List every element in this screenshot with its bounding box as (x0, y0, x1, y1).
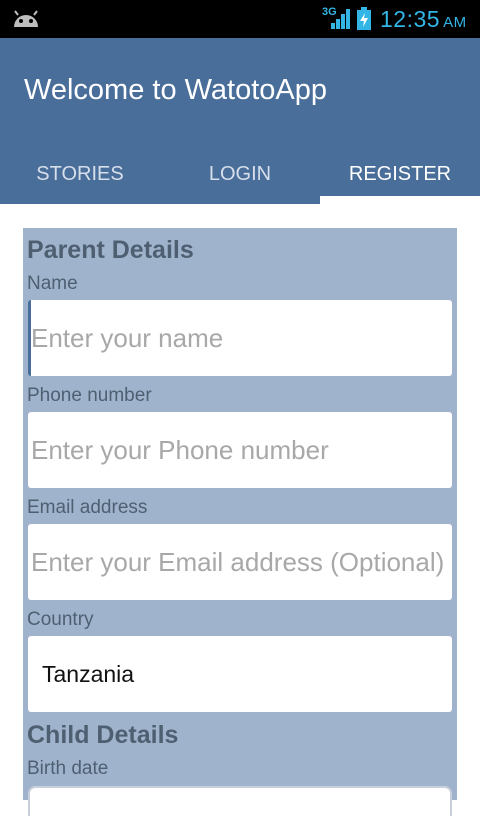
action-bar: Welcome to WatotoApp (0, 38, 480, 144)
child-details-heading: Child Details (27, 721, 179, 749)
tab-login[interactable]: LOGIN (160, 144, 320, 204)
status-bar: 3G 12:35 AM (0, 0, 480, 38)
email-label: Email address (27, 497, 148, 518)
registration-form: Parent Details Name Phone number Email a… (23, 228, 457, 816)
app-title: Welcome to WatotoApp (24, 74, 328, 106)
country-label: Country (27, 609, 94, 630)
name-input[interactable] (28, 300, 452, 376)
birth-date-picker[interactable] (28, 786, 452, 816)
phone-input[interactable] (28, 412, 452, 488)
android-notification-icon (14, 10, 38, 27)
name-label: Name (27, 273, 78, 294)
birth-date-label: Birth date (27, 758, 109, 779)
tab-bar: STORIES LOGIN REGISTER (0, 144, 480, 204)
battery-charging-icon (357, 7, 371, 30)
selected-tab-indicator (320, 196, 480, 204)
clock-time: 12:35 (380, 6, 441, 32)
signal-icon (331, 9, 350, 29)
country-select[interactable]: Tanzania (28, 636, 452, 712)
parent-details-heading: Parent Details (27, 236, 194, 264)
email-input[interactable] (28, 524, 452, 600)
tab-stories[interactable]: STORIES (0, 144, 160, 204)
tab-register[interactable]: REGISTER (320, 144, 480, 204)
clock: 12:35 AM (380, 6, 467, 33)
phone-label: Phone number (27, 385, 152, 406)
country-selected-value: Tanzania (42, 660, 135, 687)
clock-ampm: AM (443, 14, 467, 31)
